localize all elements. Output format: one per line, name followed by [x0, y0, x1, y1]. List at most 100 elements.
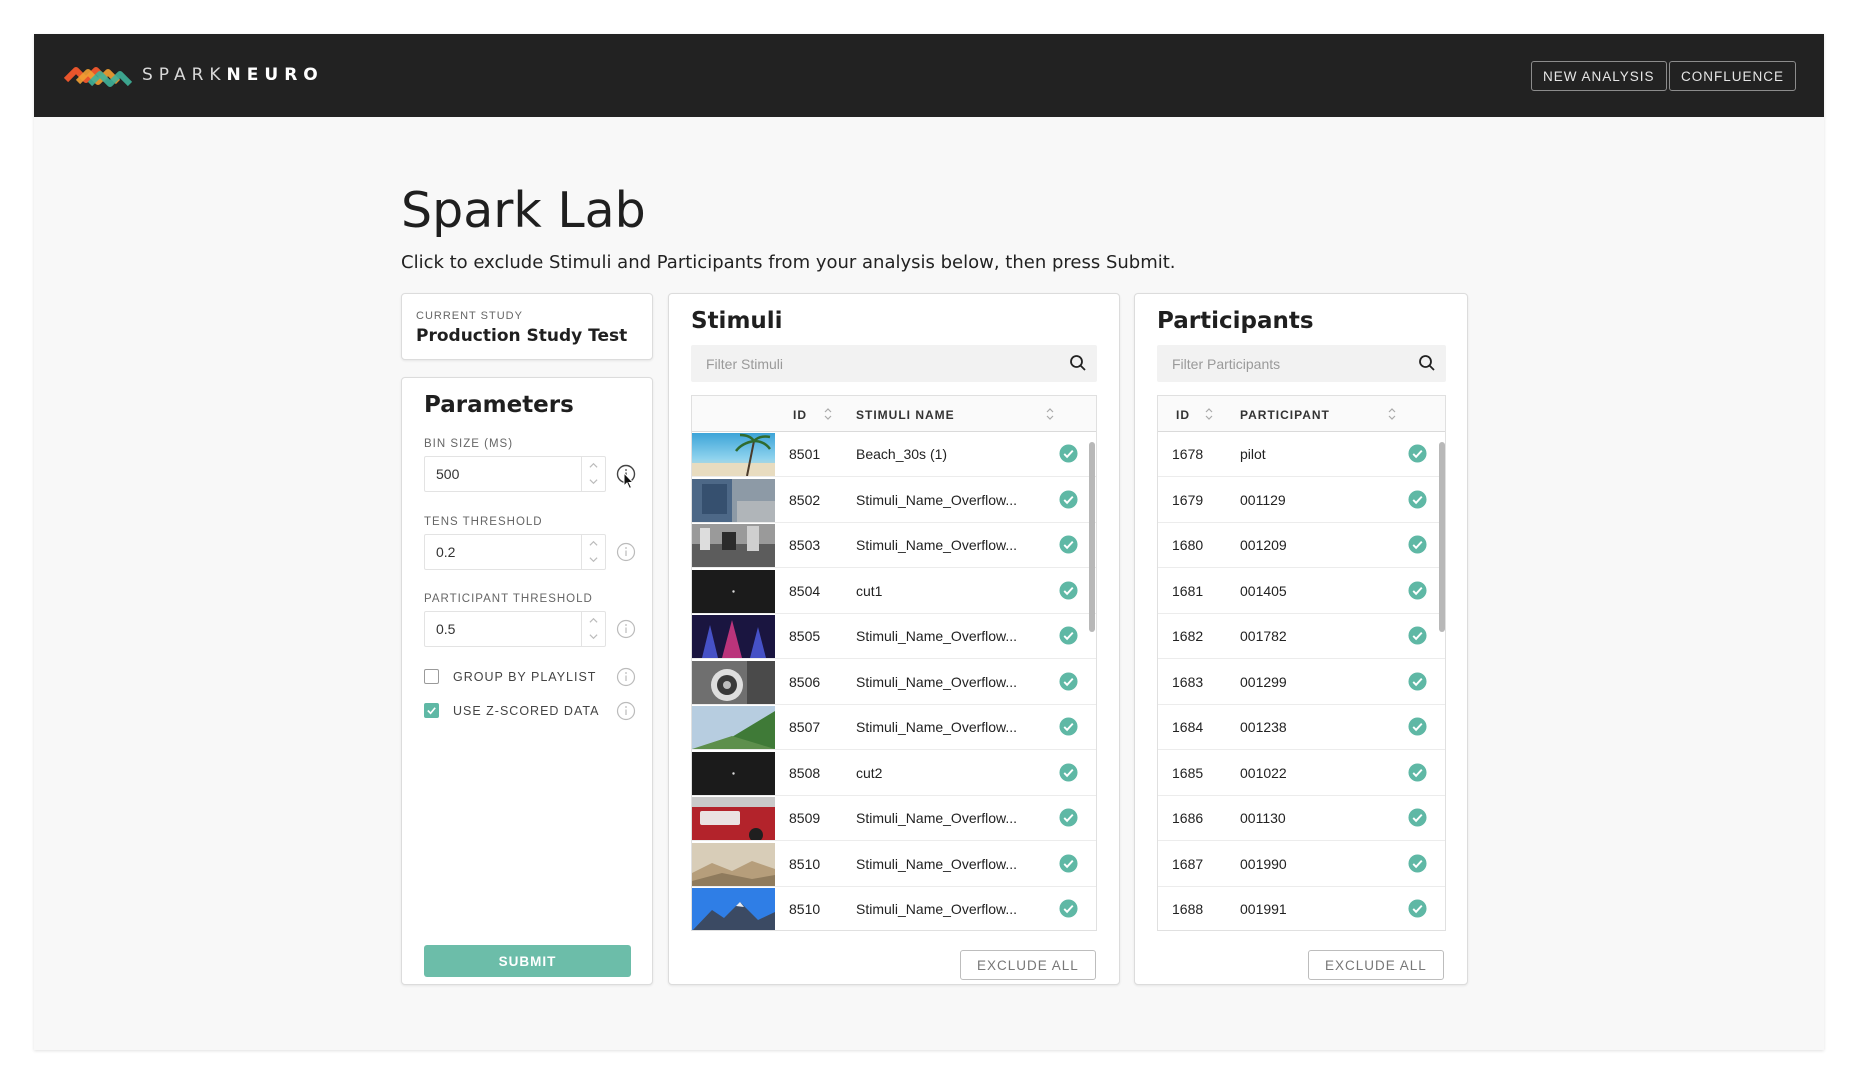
participants-exclude-all-button[interactable]: EXCLUDE ALL [1308, 950, 1444, 980]
participant-row[interactable]: 1678 pilot [1158, 432, 1445, 477]
stimuli-row[interactable]: 8505 Stimuli_Name_Overflow... [692, 614, 1096, 659]
sort-icon[interactable] [1204, 405, 1214, 423]
group-by-playlist-checkbox[interactable] [424, 669, 439, 684]
chevron-down-icon[interactable] [589, 555, 598, 564]
search-icon[interactable] [1069, 354, 1087, 372]
stimuli-row[interactable]: 8506 Stimuli_Name_Overflow... [692, 660, 1096, 705]
included-check-icon[interactable] [1408, 489, 1427, 509]
participant-threshold-info-icon[interactable] [616, 619, 636, 639]
search-icon[interactable] [1418, 354, 1436, 372]
sort-icon[interactable] [1045, 405, 1055, 423]
confluence-button[interactable]: CONFLUENCE [1669, 61, 1797, 91]
parameters-card: Parameters BIN SIZE (MS) 500 TENS THRESH… [401, 377, 653, 985]
included-check-icon[interactable] [1408, 444, 1427, 463]
stimuli-col-id[interactable]: ID [793, 408, 807, 422]
stimuli-exclude-all-button[interactable]: EXCLUDE ALL [960, 950, 1096, 980]
use-z-scored-checkbox[interactable] [424, 703, 439, 718]
participant-row[interactable]: 1684 001238 [1158, 705, 1445, 750]
group-by-playlist-row[interactable]: GROUP BY PLAYLIST [424, 669, 596, 684]
current-study-card: CURRENT STUDY Production Study Test [401, 293, 653, 360]
included-check-icon[interactable] [1059, 808, 1078, 827]
included-check-icon[interactable] [1059, 762, 1078, 782]
included-check-icon[interactable] [1408, 671, 1427, 691]
participants-col-name[interactable]: PARTICIPANT [1240, 408, 1330, 422]
stimuli-table: ID STIMULI NAME 8501 Beach_30s (1) 8502 Sti… [691, 395, 1097, 931]
included-check-icon[interactable] [1059, 489, 1078, 509]
included-check-icon[interactable] [1408, 626, 1427, 645]
bin-size-stepper[interactable] [581, 457, 605, 491]
stimuli-row[interactable]: 8510 Stimuli_Name_Overflow... [692, 842, 1096, 887]
stimuli-row-id: 8507 [789, 719, 821, 735]
included-check-icon[interactable] [1408, 717, 1427, 736]
tens-threshold-stepper[interactable] [581, 535, 605, 569]
included-check-icon[interactable] [1059, 671, 1078, 691]
included-check-icon[interactable] [1408, 853, 1427, 873]
chevron-up-icon[interactable] [589, 461, 598, 470]
sort-icon[interactable] [823, 405, 833, 423]
participant-row-id: 1683 [1172, 673, 1204, 690]
stimuli-row[interactable]: 8501 Beach_30s (1) [692, 432, 1096, 477]
participant-row[interactable]: 1681 001405 [1158, 569, 1445, 614]
participants-table: ID PARTICIPANT 1678 pilot 1679 001129 1680 00… [1157, 395, 1446, 931]
included-check-icon[interactable] [1059, 626, 1078, 645]
use-z-scored-info-icon[interactable] [616, 701, 636, 721]
included-check-icon[interactable] [1408, 808, 1427, 827]
hillside-thumbnail [692, 706, 775, 749]
included-check-icon[interactable] [1059, 580, 1078, 600]
stimuli-row-id: 8510 [789, 855, 821, 872]
chevron-down-icon[interactable] [589, 632, 598, 641]
stimuli-col-name[interactable]: STIMULI NAME [856, 408, 955, 422]
participants-table-header: ID PARTICIPANT [1158, 396, 1445, 432]
participant-row[interactable]: 1680 001209 [1158, 523, 1445, 568]
participant-threshold-input[interactable]: 0.5 [424, 611, 606, 647]
included-check-icon[interactable] [1059, 717, 1078, 736]
participant-row[interactable]: 1688 001991 [1158, 887, 1445, 930]
mountain-sky-thumbnail [692, 888, 775, 930]
stimuli-row[interactable]: 8504 cut1 [692, 569, 1096, 614]
participant-threshold-stepper[interactable] [581, 612, 605, 646]
participants-col-id[interactable]: ID [1176, 408, 1190, 422]
participants-search-input[interactable]: Filter Participants [1157, 345, 1446, 382]
submit-button[interactable]: SUBMIT [424, 945, 631, 977]
participant-row[interactable]: 1687 001990 [1158, 842, 1445, 887]
sort-icon[interactable] [1387, 405, 1397, 423]
spark-neuro-logo[interactable]: SPARKNEURO [64, 60, 324, 90]
included-check-icon[interactable] [1408, 580, 1427, 600]
foggy-landscape-thumbnail [692, 842, 775, 886]
chevron-down-icon[interactable] [589, 477, 598, 486]
stimuli-row[interactable]: 8508 cut2 [692, 751, 1096, 796]
stimuli-row[interactable]: 8502 Stimuli_Name_Overflow... [692, 478, 1096, 523]
included-check-icon[interactable] [1059, 899, 1078, 918]
chevron-up-icon[interactable] [589, 539, 598, 548]
participant-row[interactable]: 1679 001129 [1158, 478, 1445, 523]
tens-threshold-input[interactable]: 0.2 [424, 534, 606, 570]
included-check-icon[interactable] [1059, 444, 1078, 463]
stimuli-row[interactable]: 8503 Stimuli_Name_Overflow... [692, 523, 1096, 568]
included-check-icon[interactable] [1408, 762, 1427, 782]
participant-row[interactable]: 1682 001782 [1158, 614, 1445, 659]
stimuli-card: Stimuli Filter Stimuli ID STIMULI NAME 8… [668, 293, 1120, 985]
tens-threshold-info-icon[interactable] [616, 542, 636, 562]
included-check-icon[interactable] [1059, 535, 1078, 554]
stimuli-scrollbar[interactable] [1089, 442, 1095, 632]
new-analysis-button[interactable]: NEW ANALYSIS [1531, 61, 1667, 91]
participant-row[interactable]: 1683 001299 [1158, 660, 1445, 705]
jeans-thumbnail [692, 478, 775, 522]
participant-threshold-label: PARTICIPANT THRESHOLD [424, 593, 593, 605]
bw-city-thumbnail [692, 524, 775, 567]
stimuli-row[interactable]: 8509 Stimuli_Name_Overflow... [692, 796, 1096, 841]
participant-row[interactable]: 1686 001130 [1158, 796, 1445, 841]
stimuli-row[interactable]: 8510 Stimuli_Name_Overflow... [692, 887, 1096, 930]
use-z-scored-row[interactable]: USE Z-SCORED DATA [424, 703, 599, 718]
stimuli-search-input[interactable]: Filter Stimuli [691, 345, 1097, 382]
included-check-icon[interactable] [1059, 853, 1078, 873]
participants-scrollbar[interactable] [1439, 442, 1445, 632]
participant-row-name: 001130 [1240, 810, 1286, 826]
included-check-icon[interactable] [1408, 535, 1427, 554]
included-check-icon[interactable] [1408, 899, 1427, 918]
participant-row[interactable]: 1685 001022 [1158, 751, 1445, 796]
bin-size-input[interactable]: 500 [424, 456, 606, 492]
stimuli-row[interactable]: 8507 Stimuli_Name_Overflow... [692, 705, 1096, 750]
chevron-up-icon[interactable] [589, 616, 598, 625]
group-by-playlist-info-icon[interactable] [616, 667, 636, 687]
